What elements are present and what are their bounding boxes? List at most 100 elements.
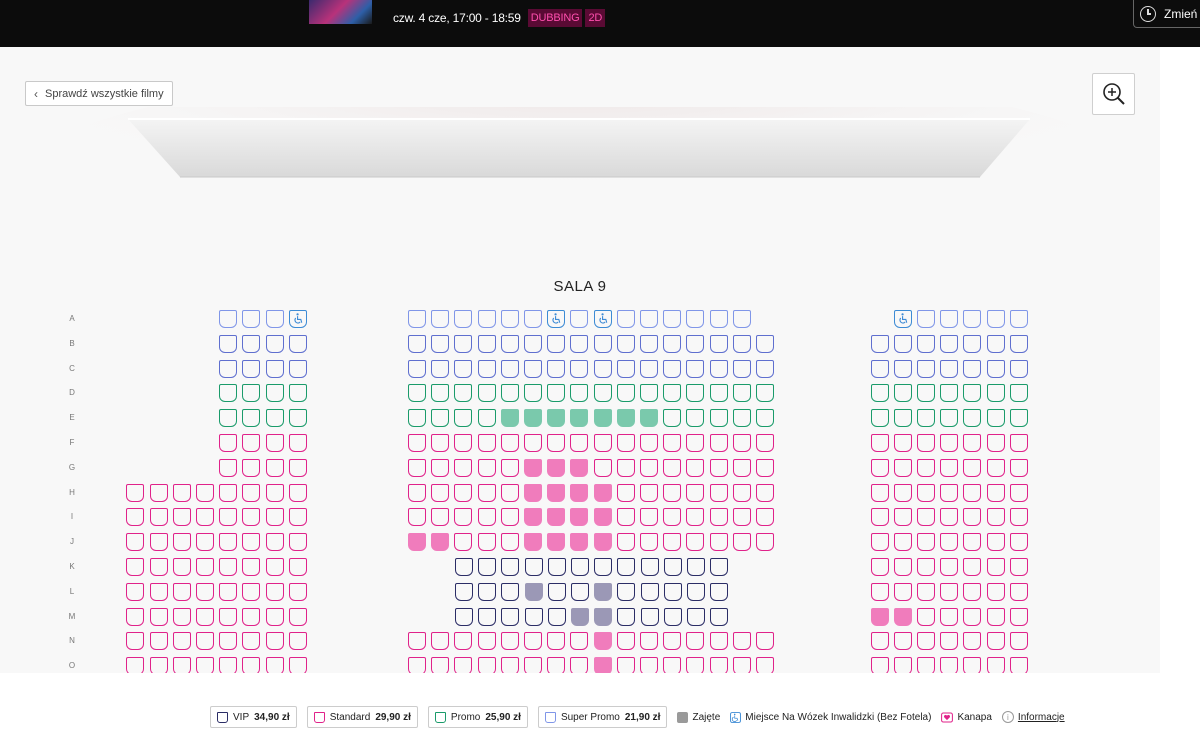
- seat-f-center-9[interactable]: [593, 434, 612, 452]
- seat-i-center-13[interactable]: [686, 508, 705, 527]
- seat-c-left-1[interactable]: [219, 359, 238, 378]
- seat-m-center-12[interactable]: [710, 607, 729, 626]
- wheelchair-seat-a-center-9[interactable]: [593, 310, 612, 328]
- seat-e-left-2[interactable]: [242, 409, 261, 428]
- seat-i-center-5[interactable]: [500, 508, 519, 527]
- seat-j-left-1[interactable]: [126, 533, 145, 552]
- seat-f-center-8[interactable]: [570, 434, 589, 452]
- seat-c-center-9[interactable]: [593, 359, 612, 378]
- seat-o-right-5[interactable]: [963, 657, 982, 673]
- seat-c-center-14[interactable]: [709, 359, 728, 378]
- seat-n-right-7[interactable]: [1009, 632, 1028, 651]
- seat-b-center-8[interactable]: [570, 334, 589, 353]
- seat-a-center-2[interactable]: [431, 310, 450, 328]
- seat-e-center-14[interactable]: [709, 409, 728, 428]
- seat-c-left-4[interactable]: [288, 359, 307, 378]
- seat-i-right-4[interactable]: [940, 508, 959, 527]
- seat-m-right-4[interactable]: [940, 607, 959, 626]
- seat-o-center-12[interactable]: [663, 657, 682, 673]
- seat-h-right-2[interactable]: [893, 483, 912, 502]
- seat-g-right-6[interactable]: [986, 458, 1005, 477]
- seat-a-center-12[interactable]: [663, 310, 682, 328]
- seat-o-center-3[interactable]: [454, 657, 473, 673]
- seat-g-center-11[interactable]: [640, 458, 658, 477]
- seat-l-right-1[interactable]: [870, 582, 889, 601]
- seat-m-center-1[interactable]: [455, 607, 473, 626]
- seat-g-center-4[interactable]: [477, 458, 496, 477]
- seat-k-center-11[interactable]: [687, 558, 705, 576]
- seat-j-left-5[interactable]: [219, 533, 238, 552]
- seat-c-center-8[interactable]: [570, 359, 589, 378]
- seat-g-left-2[interactable]: [242, 458, 261, 477]
- seat-n-center-8[interactable]: [570, 632, 589, 651]
- seat-c-center-10[interactable]: [616, 359, 635, 378]
- seat-e-center-3[interactable]: [454, 409, 473, 428]
- seat-f-center-6[interactable]: [524, 434, 542, 452]
- seat-l-right-7[interactable]: [1009, 582, 1028, 601]
- seat-o-center-16[interactable]: [756, 657, 774, 673]
- seat-l-right-5[interactable]: [963, 582, 982, 601]
- seat-d-right-5[interactable]: [963, 384, 982, 403]
- seat-n-left-7[interactable]: [265, 632, 284, 651]
- seat-f-left-3[interactable]: [265, 434, 284, 452]
- seat-i-center-3[interactable]: [454, 508, 473, 527]
- seat-f-right-7[interactable]: [1009, 434, 1028, 452]
- seat-l-left-4[interactable]: [196, 582, 214, 601]
- seat-d-center-14[interactable]: [709, 384, 728, 403]
- seat-a-center-5[interactable]: [500, 310, 519, 328]
- seat-l-left-2[interactable]: [149, 582, 168, 601]
- seat-c-center-4[interactable]: [477, 359, 496, 378]
- seat-m-center-9[interactable]: [640, 607, 659, 626]
- seat-o-left-2[interactable]: [149, 657, 168, 673]
- seat-n-left-1[interactable]: [126, 632, 145, 651]
- seat-j-center-10[interactable]: [616, 533, 635, 552]
- seat-o-right-4[interactable]: [940, 657, 959, 673]
- seat-j-center-16[interactable]: [756, 533, 774, 552]
- seat-j-right-7[interactable]: [1009, 533, 1028, 552]
- seat-h-center-10[interactable]: [616, 483, 635, 502]
- seat-c-center-5[interactable]: [500, 359, 519, 378]
- seat-f-left-4[interactable]: [288, 434, 307, 452]
- seat-o-right-3[interactable]: [917, 657, 935, 673]
- seat-f-center-4[interactable]: [477, 434, 496, 452]
- seat-d-center-15[interactable]: [732, 384, 751, 403]
- seat-m-right-5[interactable]: [963, 607, 982, 626]
- seat-b-center-14[interactable]: [709, 334, 728, 353]
- seat-k-center-9[interactable]: [640, 558, 659, 576]
- seat-a-center-3[interactable]: [454, 310, 473, 328]
- seat-d-center-4[interactable]: [477, 384, 496, 403]
- seat-d-left-3[interactable]: [265, 384, 284, 403]
- seat-k-right-6[interactable]: [986, 558, 1005, 576]
- seat-g-right-7[interactable]: [1009, 458, 1028, 477]
- seat-l-left-8[interactable]: [288, 582, 307, 601]
- seat-h-left-3[interactable]: [172, 483, 191, 502]
- seat-c-center-2[interactable]: [431, 359, 450, 378]
- seat-e-center-13[interactable]: [686, 409, 705, 428]
- seat-j-center-5[interactable]: [500, 533, 519, 552]
- seat-n-center-15[interactable]: [732, 632, 751, 651]
- seat-o-center-5[interactable]: [500, 657, 519, 673]
- seat-b-center-6[interactable]: [524, 334, 542, 353]
- seat-b-left-4[interactable]: [288, 334, 307, 353]
- seat-f-right-5[interactable]: [963, 434, 982, 452]
- seat-b-right-3[interactable]: [917, 334, 935, 353]
- seat-i-right-3[interactable]: [917, 508, 935, 527]
- seat-a-right-3[interactable]: [940, 310, 959, 328]
- seat-b-left-3[interactable]: [265, 334, 284, 353]
- seat-d-center-12[interactable]: [663, 384, 682, 403]
- seat-o-left-8[interactable]: [288, 657, 307, 673]
- seat-k-left-7[interactable]: [265, 558, 284, 576]
- seat-g-left-1[interactable]: [219, 458, 238, 477]
- seat-j-center-12[interactable]: [663, 533, 682, 552]
- seat-o-right-6[interactable]: [986, 657, 1005, 673]
- seat-c-right-6[interactable]: [986, 359, 1005, 378]
- seat-g-center-12[interactable]: [663, 458, 682, 477]
- seat-e-right-5[interactable]: [963, 409, 982, 428]
- seat-b-center-12[interactable]: [663, 334, 682, 353]
- seat-i-center-1[interactable]: [408, 508, 426, 527]
- seat-n-center-14[interactable]: [709, 632, 728, 651]
- seat-c-right-3[interactable]: [917, 359, 935, 378]
- seat-o-center-1[interactable]: [408, 657, 426, 673]
- seat-d-center-10[interactable]: [616, 384, 635, 403]
- seat-g-center-3[interactable]: [454, 458, 473, 477]
